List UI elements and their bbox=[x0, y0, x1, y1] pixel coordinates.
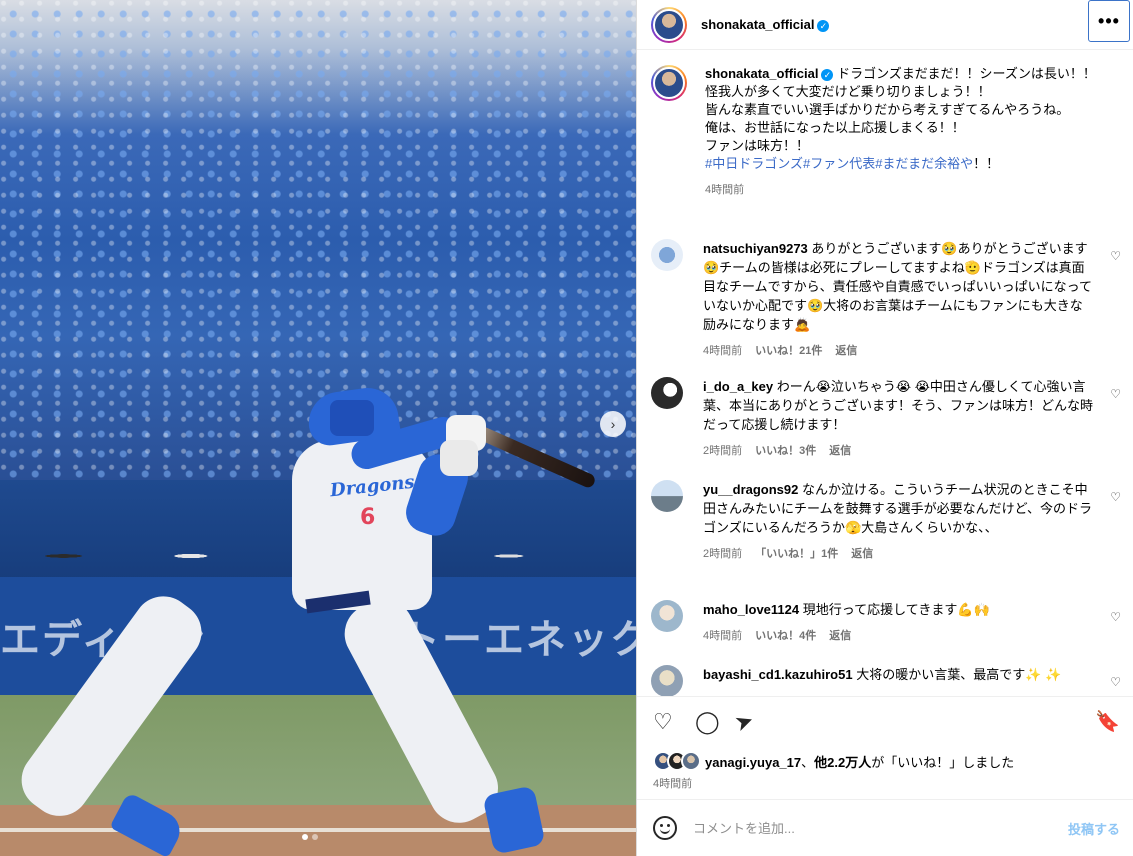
comment-item: bayashi_cd1.kazuhiro51 大将の暖かい言葉、最高です✨ ✨ … bbox=[651, 665, 1121, 696]
share-icon[interactable]: ➤ bbox=[731, 707, 757, 737]
reply-button[interactable]: 返信 bbox=[835, 342, 857, 361]
verified-badge-icon: ✓ bbox=[821, 68, 834, 81]
heart-icon[interactable]: ♡ bbox=[1110, 610, 1121, 624]
next-slide-button[interactable]: › bbox=[600, 411, 626, 437]
carousel-dot bbox=[312, 834, 318, 840]
post-comment-button[interactable]: 投稿する bbox=[1068, 819, 1120, 838]
commenter-username[interactable]: natsuchiyan9273 bbox=[703, 241, 808, 256]
liked-by-others[interactable]: 他2.2万人 bbox=[814, 755, 871, 770]
commenter-username[interactable]: yu__dragons92 bbox=[703, 482, 798, 497]
more-icon: ••• bbox=[1098, 10, 1120, 31]
comment-timestamp[interactable]: 4時間前 bbox=[703, 627, 742, 646]
heart-icon[interactable]: ♡ bbox=[653, 711, 673, 733]
heart-icon[interactable]: ♡ bbox=[1110, 387, 1121, 401]
carousel-dot bbox=[302, 834, 308, 840]
comment-timestamp[interactable]: 2時間前 bbox=[703, 545, 742, 564]
author-username[interactable]: shonakata_official ✓ bbox=[701, 17, 830, 32]
comment-timestamp[interactable]: 2時間前 bbox=[703, 442, 742, 461]
heart-icon[interactable]: ♡ bbox=[1110, 490, 1121, 504]
more-options-button[interactable]: ••• bbox=[1088, 0, 1130, 42]
bookmark-icon[interactable]: 🔖 bbox=[1095, 711, 1120, 733]
batter-face-guard bbox=[330, 400, 374, 436]
heart-icon[interactable]: ♡ bbox=[1110, 675, 1121, 689]
caption-line: ファンは味方！！ bbox=[705, 138, 810, 153]
comment-likes[interactable]: いいね！21件 bbox=[755, 342, 822, 361]
commenter-avatar[interactable] bbox=[651, 239, 683, 271]
caption-line: ドラゴンズまだまだ！！シーズンは長い！！ bbox=[837, 66, 1096, 81]
caption-username[interactable]: shonakata_official bbox=[705, 66, 818, 81]
comment-input[interactable] bbox=[693, 820, 1053, 836]
commenter-username[interactable]: bayashi_cd1.kazuhiro51 bbox=[703, 667, 853, 682]
comment-timestamp[interactable]: 4時間前 bbox=[703, 342, 742, 361]
caption-hashtags[interactable]: #中日ドラゴンズ#ファン代表#まだまだ余裕や bbox=[705, 156, 973, 171]
comments-list[interactable]: shonakata_official ✓ ドラゴンズまだまだ！！シーズンは長い！！… bbox=[637, 51, 1133, 696]
liked-by-username[interactable]: yanagi.yuya_17 bbox=[705, 755, 801, 770]
post-caption: shonakata_official ✓ ドラゴンズまだまだ！！シーズンは長い！！… bbox=[651, 65, 1121, 199]
liked-by-joiner: 、 bbox=[801, 754, 815, 770]
caption-timestamp[interactable]: 4時間前 bbox=[705, 181, 744, 199]
verified-badge-icon: ✓ bbox=[817, 19, 830, 32]
comment-icon[interactable]: ◯ bbox=[695, 711, 720, 733]
comment-composer: 投稿する bbox=[637, 799, 1133, 856]
comment-item: yu__dragons92 なんか泣ける。こういうチーム状況のときこそ中田さんみ… bbox=[651, 480, 1121, 564]
likes-summary[interactable]: yanagi.yuya_17、他2.2万人が「いいね！」しました bbox=[653, 751, 1014, 771]
post-header: shonakata_official ✓ ••• bbox=[637, 0, 1133, 50]
commenter-avatar[interactable] bbox=[651, 665, 683, 696]
comment-text: 現地行って応援してきます💪🙌 bbox=[802, 602, 990, 617]
carousel-indicator bbox=[302, 834, 318, 840]
reply-button[interactable]: 返信 bbox=[829, 442, 851, 461]
caption-line: 怪我人が多くて大変だけど乗り切りましょう！！ bbox=[705, 84, 991, 99]
liked-by-suffix: が「いいね！」しました bbox=[871, 754, 1015, 770]
commenter-avatar[interactable] bbox=[651, 377, 683, 409]
caption-avatar[interactable] bbox=[651, 65, 687, 101]
batting-glove-2 bbox=[440, 440, 478, 476]
post-timestamp[interactable]: 4時間前 bbox=[653, 775, 692, 791]
post-side-panel: shonakata_official ✓ ••• shonakata_offici… bbox=[636, 0, 1133, 856]
caption-hashtags-suffix: ！！ bbox=[973, 156, 1000, 171]
banner-text-right: トーエネック bbox=[400, 617, 636, 663]
reply-button[interactable]: 返信 bbox=[851, 545, 873, 564]
chevron-right-icon: › bbox=[610, 416, 616, 432]
comment-item: natsuchiyan9273 ありがとうございます🥹ありがとうございます🥹チー… bbox=[651, 239, 1121, 361]
heart-icon[interactable]: ♡ bbox=[1110, 249, 1121, 263]
reply-button[interactable]: 返信 bbox=[829, 627, 851, 646]
liker-avatar bbox=[681, 751, 701, 771]
commenter-avatar[interactable] bbox=[651, 600, 683, 632]
author-username-text[interactable]: shonakata_official bbox=[701, 17, 814, 32]
comment-item: maho_love1124 現地行って応援してきます💪🙌 4時間前 いいね！4件… bbox=[651, 600, 1121, 646]
comment-likes[interactable]: 「いいね！」1件 bbox=[755, 545, 838, 564]
comment-item: i_do_a_key わーん😭泣いちゃう😭 😭中田さん優しくて心強い言葉、本当に… bbox=[651, 377, 1121, 461]
comment-text: 大将の暖かい言葉、最高です✨ ✨ bbox=[856, 667, 1062, 682]
commenter-username[interactable]: maho_love1124 bbox=[703, 602, 799, 617]
caption-line: 皆んな素直でいい選手ばかりだから考えすぎてるんやろうね。 bbox=[705, 102, 1070, 117]
post-photo: エディオン トーエネック Dragons 6 › bbox=[0, 0, 636, 856]
jersey-number: 6 bbox=[360, 505, 376, 530]
commenter-avatar[interactable] bbox=[651, 480, 683, 512]
caption-line: 俺は、お世話になった以上応援しまくる！！ bbox=[705, 120, 965, 135]
emoji-icon[interactable] bbox=[653, 816, 677, 840]
author-avatar[interactable] bbox=[651, 6, 687, 43]
comment-likes[interactable]: いいね！4件 bbox=[755, 627, 816, 646]
post-actions: ♡ ◯ ➤ 🔖 yanagi.yuya_17、他2.2万人が「いいね！」しました… bbox=[637, 696, 1133, 798]
commenter-username[interactable]: i_do_a_key bbox=[703, 379, 773, 394]
comment-likes[interactable]: いいね！3件 bbox=[755, 442, 816, 461]
